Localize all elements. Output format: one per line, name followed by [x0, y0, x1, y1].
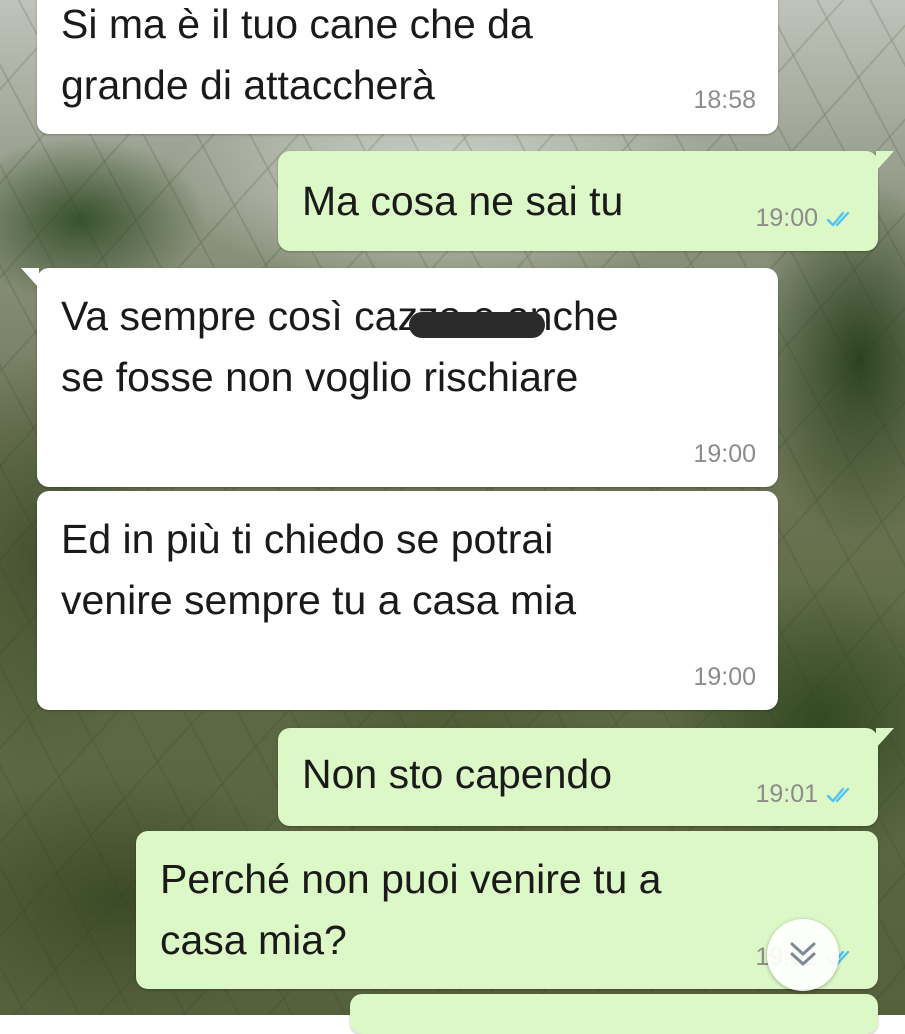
- message-text: Ed in più ti chiedo se potrai venire sem…: [61, 516, 577, 623]
- bubble-tail: [876, 151, 894, 171]
- message-time: 18:58: [693, 86, 756, 114]
- message-incoming[interactable]: Si ma è il tuo cane che da grande di att…: [37, 0, 778, 134]
- message-meta: 19:00: [693, 440, 756, 469]
- message-meta: 18:58: [693, 86, 756, 115]
- redaction-scribble: [409, 312, 545, 338]
- message-time: 19:00: [693, 440, 756, 468]
- chevron-double-down-icon: [790, 942, 816, 966]
- bubble-tail: [876, 728, 894, 748]
- message-time: 19:00: [755, 204, 818, 232]
- message-text: Si ma è il tuo cane che da grande di att…: [61, 1, 533, 108]
- message-meta: 19:01: [755, 780, 856, 809]
- message-outgoing[interactable]: Perché non puoi venire tu a casa mia? 19…: [136, 831, 878, 989]
- scroll-to-bottom-button[interactable]: [767, 919, 839, 991]
- message-time: 19:01: [755, 780, 818, 808]
- double-check-icon: [826, 787, 850, 802]
- bubble-tail: [21, 268, 39, 288]
- message-text: Non sto capendo: [302, 751, 613, 797]
- message-incoming[interactable]: Ed in più ti chiedo se potrai venire sem…: [37, 491, 778, 710]
- message-incoming[interactable]: Va sempre così cazzo e anche se fosse no…: [21, 268, 778, 487]
- message-text: Ma cosa ne sai tu: [302, 178, 624, 224]
- message-text: Va sempre così cazzo e anche se fosse no…: [61, 293, 619, 400]
- double-check-icon: [826, 211, 850, 226]
- message-outgoing-partial[interactable]: [350, 994, 878, 1034]
- message-meta: 19:00: [693, 663, 756, 692]
- message-time: 19:00: [693, 663, 756, 691]
- message-meta: 19:00: [755, 204, 856, 233]
- message-text: Perché non puoi venire tu a casa mia?: [160, 856, 662, 963]
- message-outgoing[interactable]: Non sto capendo 19:01: [278, 728, 894, 826]
- message-outgoing[interactable]: Ma cosa ne sai tu 19:00: [278, 151, 894, 251]
